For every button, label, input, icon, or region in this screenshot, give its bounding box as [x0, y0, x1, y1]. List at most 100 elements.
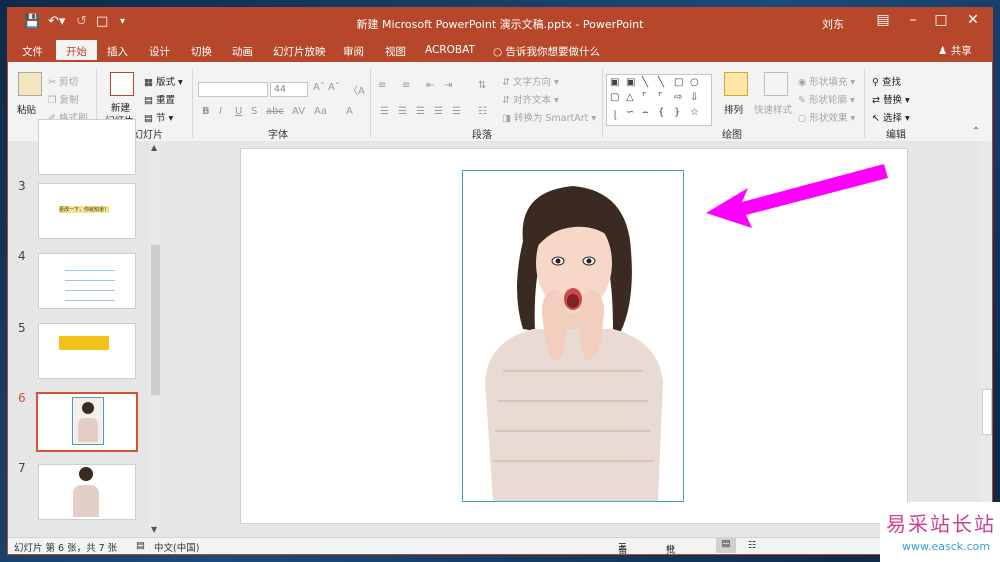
brace-shape-icon[interactable]: {: [658, 107, 664, 118]
increase-indent-icon[interactable]: ⇥: [444, 80, 452, 91]
justify-icon[interactable]: ☰: [434, 106, 443, 117]
section-button[interactable]: ▤ 节 ▾: [144, 110, 173, 124]
collapse-ribbon-icon[interactable]: ⌃: [972, 126, 980, 137]
quick-styles-icon[interactable]: [764, 72, 788, 96]
align-text-button[interactable]: ⇵ 对齐文本 ▾: [502, 92, 559, 106]
tab-transitions[interactable]: 切换: [184, 42, 219, 61]
oval-shape-icon[interactable]: ○: [690, 77, 699, 88]
decrease-font-icon[interactable]: Aˇ: [328, 82, 340, 93]
layout-button[interactable]: ▦ 版式 ▾: [144, 74, 183, 88]
slide-sorter-view-icon[interactable]: ☷: [748, 540, 757, 551]
bullets-icon[interactable]: ≡: [378, 80, 386, 91]
textbox-shape-icon[interactable]: ▣: [610, 77, 619, 88]
language-indicator[interactable]: 中文(中国): [154, 540, 199, 554]
slide-thumbnail-3[interactable]: 更改一下，你就知道！: [38, 183, 136, 239]
columns-icon[interactable]: ☷: [478, 106, 487, 117]
slide-thumbnail-4[interactable]: [38, 253, 136, 309]
minimize-icon[interactable]: –: [898, 12, 928, 28]
arrange-button[interactable]: 排列: [724, 102, 743, 116]
spell-check-icon[interactable]: ▤: [136, 540, 145, 551]
selected-picture[interactable]: [462, 170, 684, 502]
smartart-button[interactable]: ◨ 转换为 SmartArt ▾: [502, 110, 596, 124]
vertical-textbox-shape-icon[interactable]: ▣: [626, 77, 635, 88]
copy-button[interactable]: ❐ 复制: [48, 92, 79, 106]
numbering-icon[interactable]: ≡: [402, 80, 410, 91]
paste-button[interactable]: 粘贴: [17, 102, 36, 116]
decrease-indent-icon[interactable]: ⇤: [426, 80, 434, 91]
new-slide-button-line1[interactable]: 新建: [111, 100, 130, 114]
char-spacing-icon[interactable]: AV: [292, 106, 305, 117]
shape-outline-button[interactable]: ✎ 形状轮廓 ▾: [798, 92, 855, 106]
rounded-rect-shape-icon[interactable]: ▢: [610, 92, 619, 103]
italic-icon[interactable]: I: [219, 106, 222, 117]
scroll-down-icon[interactable]: ▼: [151, 525, 157, 534]
slide-thumbnail-2[interactable]: [38, 119, 136, 175]
select-button[interactable]: ↖ 选择 ▾: [872, 110, 910, 124]
find-button[interactable]: ⚲ 查找: [872, 74, 901, 88]
tab-file[interactable]: 文件: [15, 42, 50, 61]
font-name-combo[interactable]: [198, 82, 268, 97]
line-spacing-icon[interactable]: ⇅: [478, 80, 486, 91]
scroll-up-icon[interactable]: ▲: [151, 143, 157, 152]
slide-thumbnail-7[interactable]: [38, 464, 136, 520]
underline-icon[interactable]: U: [235, 106, 242, 117]
tab-animations[interactable]: 动画: [225, 42, 260, 61]
down-arrow-shape-icon[interactable]: ⇩: [690, 92, 698, 103]
tell-me-search[interactable]: ○ 告诉我你想要做什么: [486, 42, 607, 61]
share-button[interactable]: ♟ 共享: [938, 43, 972, 58]
curve-shape-icon[interactable]: ∽: [626, 107, 634, 118]
tab-acrobat[interactable]: ACROBAT: [418, 42, 482, 58]
text-direction-button[interactable]: ⇵ 文字方向 ▾: [502, 74, 559, 88]
paste-icon[interactable]: [18, 72, 42, 96]
replace-button[interactable]: ⇄ 替换 ▾: [872, 92, 910, 106]
thumbnail-scrollbar[interactable]: ▲ ▼: [150, 141, 161, 537]
line-shape-icon[interactable]: ╲: [642, 77, 648, 88]
quick-styles-button[interactable]: 快速样式: [754, 102, 792, 116]
tab-review[interactable]: 审阅: [336, 42, 371, 61]
slide-thumbnail-5[interactable]: [38, 323, 136, 379]
align-right-icon[interactable]: ☰: [416, 106, 425, 117]
shapes-gallery[interactable]: ▣ ▣ ╲ ╲ □ ○ ▢ △ ⌜ ⌜ ⇨ ⇩ ⎱ ∽ ⌢ { } ☆: [606, 74, 712, 126]
new-slide-icon[interactable]: [110, 72, 134, 96]
increase-font-icon[interactable]: Aˆ: [313, 82, 325, 93]
shadow-icon[interactable]: S: [251, 106, 257, 117]
canvas-scrollbar[interactable]: [980, 141, 992, 537]
right-arrow-shape-icon[interactable]: ⇨: [674, 92, 682, 103]
strikethrough-icon[interactable]: abc: [266, 106, 284, 117]
normal-view-icon[interactable]: ▤: [716, 538, 736, 553]
change-case-icon[interactable]: Aa: [314, 106, 327, 117]
distribute-icon[interactable]: ☰: [452, 106, 461, 117]
line-shape-icon[interactable]: ╲: [658, 77, 664, 88]
tab-view[interactable]: 视图: [378, 42, 413, 61]
triangle-shape-icon[interactable]: △: [626, 92, 634, 103]
tab-insert[interactable]: 插入: [100, 42, 135, 61]
tab-slideshow[interactable]: 幻灯片放映: [266, 42, 333, 61]
font-color-icon[interactable]: A: [346, 106, 353, 117]
maximize-icon[interactable]: □: [926, 12, 956, 28]
connector-shape-icon[interactable]: ⌜: [642, 92, 647, 103]
shape-effects-button[interactable]: ○ 形状效果 ▾: [798, 110, 855, 124]
user-name[interactable]: 刘东: [822, 16, 844, 32]
arrange-icon[interactable]: [724, 72, 748, 96]
freeform-shape-icon[interactable]: ⎱: [610, 107, 620, 122]
shape-fill-button[interactable]: ◉ 形状填充 ▾: [798, 74, 855, 88]
brace-shape-icon[interactable]: }: [674, 107, 680, 118]
scrollbar-thumb[interactable]: [151, 245, 160, 395]
tab-home[interactable]: 开始: [56, 40, 97, 60]
reset-button[interactable]: ▤ 重置: [144, 92, 175, 106]
slide-thumbnail-6-selected[interactable]: [36, 392, 138, 452]
bold-icon[interactable]: B: [202, 106, 210, 117]
cut-button[interactable]: ✂ 剪切: [48, 74, 78, 88]
close-icon[interactable]: ✕: [958, 12, 988, 28]
align-center-icon[interactable]: ☰: [398, 106, 407, 117]
rectangle-shape-icon[interactable]: □: [674, 77, 683, 88]
connector-shape-icon[interactable]: ⌜: [658, 92, 663, 103]
clear-format-icon[interactable]: 〈A: [348, 82, 365, 97]
star-shape-icon[interactable]: ☆: [690, 107, 699, 118]
ribbon-display-options-icon[interactable]: ▤: [868, 12, 898, 28]
align-left-icon[interactable]: ☰: [380, 106, 389, 117]
tab-design[interactable]: 设计: [142, 42, 177, 61]
font-size-combo[interactable]: 44: [270, 82, 308, 97]
scrollbar-thumb[interactable]: [982, 389, 992, 435]
arc-shape-icon[interactable]: ⌢: [642, 107, 649, 118]
